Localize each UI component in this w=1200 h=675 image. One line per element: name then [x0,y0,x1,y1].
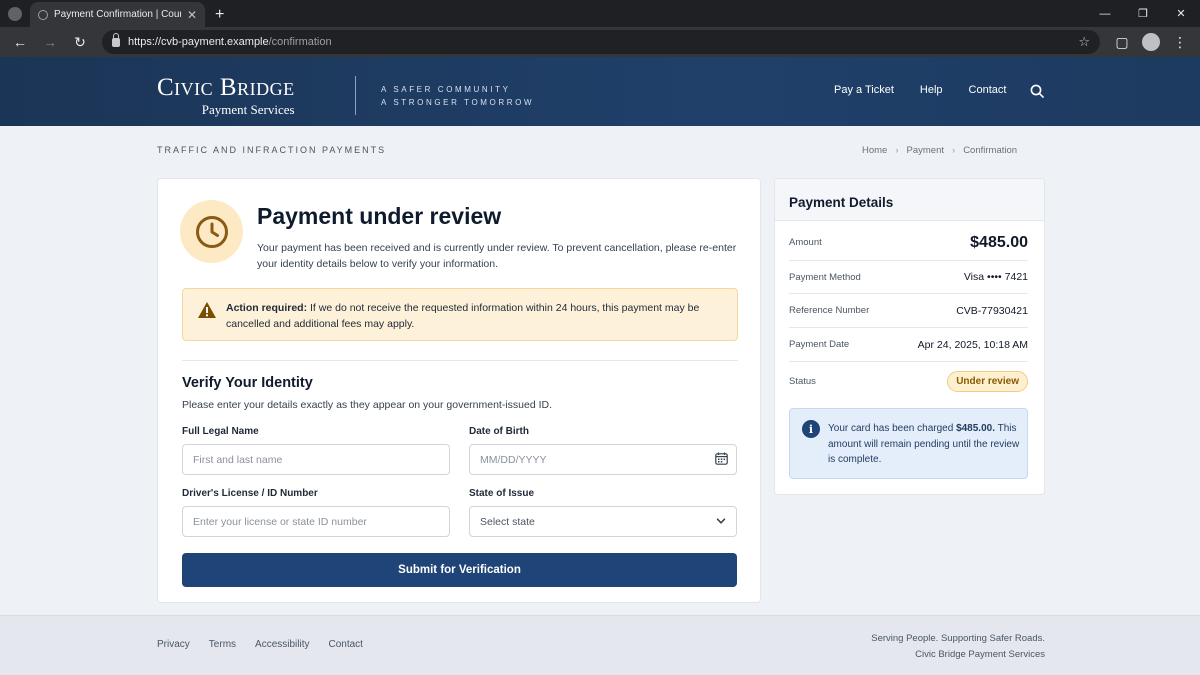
site-nav: Pay a Ticket Help Contact [834,84,1032,96]
url-text: https://cvb-payment.example/confirmation [128,36,332,48]
breadcrumb-home[interactable]: Home [862,145,887,156]
tab-close-icon[interactable]: ✕ [187,8,197,22]
browser-toolbar: ← → ↻ https://cvb-payment.example/confir… [0,27,1200,57]
calendar-icon[interactable] [715,452,728,465]
tab-favicon-icon [38,9,48,20]
amount-row: Amount $485.00 [789,225,1028,261]
submit-verification-button[interactable]: Submit for Verification [182,553,737,587]
payment-date-row: Payment Date Apr 24, 2025, 10:18 AM [789,328,1028,362]
site-header: Civic Bridge Payment Services A SAFER CO… [0,57,1200,126]
charge-info-text: Your card has been charged $485.00. This… [828,423,1020,465]
footer-link-accessibility[interactable]: Accessibility [255,639,309,650]
browser-tab[interactable]: Payment Confirmation | Court ✕ [30,2,205,27]
window-controls: — ❐ ✕ [1086,0,1200,27]
payment-method-value: Visa •••• 7421 [963,271,1028,283]
dob-input[interactable] [469,444,737,475]
brand-logo[interactable]: Civic Bridge Payment Services [157,75,295,118]
status-row: Status Under review [789,362,1028,401]
lock-icon [112,32,120,47]
reload-icon[interactable]: ↻ [66,29,94,55]
dob-field [469,444,737,475]
reference-label: Reference Number [789,305,870,316]
site-footer: Privacy Terms Accessibility Contact Serv… [0,615,1200,675]
footer-links: Privacy Terms Accessibility Contact [157,639,382,650]
alert-text: Action required: If we do not receive th… [226,302,700,330]
footer-link-terms[interactable]: Terms [209,639,236,650]
payment-date-label: Payment Date [789,339,850,350]
status-label: Status [789,376,816,387]
payment-date-value: Apr 24, 2025, 10:18 AM [917,338,1028,351]
extensions-icon[interactable]: ▢ [1108,29,1136,55]
amount-value: $485.00 [970,233,1028,251]
profile-avatar[interactable] [1142,33,1160,51]
minimize-icon[interactable]: — [1086,0,1124,27]
reference-value: CVB-77930421 [956,304,1028,317]
nav-pay-a-ticket[interactable]: Pay a Ticket [834,84,894,96]
dob-label: Date of Birth [469,426,529,437]
state-label: State of Issue [469,488,535,499]
state-select[interactable]: Select state [469,506,737,537]
breadcrumb-payment[interactable]: Payment [907,145,945,156]
nav-help[interactable]: Help [920,84,943,96]
license-input[interactable] [182,506,450,537]
status-badge: Under review [947,371,1028,392]
review-card: Payment under review Your payment has be… [157,178,761,603]
brand-subtitle: Payment Services [201,102,295,117]
menu-icon[interactable]: ⋮ [1166,29,1194,55]
reference-row: Reference Number CVB-77930421 [789,294,1028,328]
brand-name: Civic Bridge [157,74,295,101]
new-tab-icon[interactable]: + [205,6,234,27]
charge-info-box: i Your card has been charged $485.00. Th… [789,408,1028,479]
full-name-input[interactable] [182,444,450,475]
payment-details-title: Payment Details [775,179,1044,221]
chevron-right-icon: › [895,145,899,156]
verify-title: Verify Your Identity [182,375,313,391]
forward-icon[interactable]: → [36,29,64,55]
address-bar[interactable]: https://cvb-payment.example/confirmation… [102,30,1100,54]
amount-label: Amount [789,237,822,248]
maximize-icon[interactable]: ❐ [1124,0,1162,27]
brand-divider [355,76,356,115]
payment-method-label: Payment Method [789,271,861,283]
review-description: Your payment has been received and is cu… [257,242,737,270]
back-icon[interactable]: ← [6,29,34,55]
browser-profile-icon[interactable] [0,0,30,27]
bookmark-star-icon[interactable]: ☆ [1078,34,1090,50]
divider [182,360,738,361]
state-select-value: Select state [480,515,535,528]
nav-contact[interactable]: Contact [969,84,1007,96]
info-icon: i [802,420,820,438]
tagline: A SAFER COMMUNITY A STRONGER TOMORROW [381,85,535,107]
license-label: Driver's License / ID Number [182,488,318,499]
breadcrumb: Home › Payment › Confirmation [862,145,1017,156]
footer-link-privacy[interactable]: Privacy [157,639,190,650]
warning-icon [198,302,216,318]
payment-details-card: Payment Details Amount $485.00 Payment M… [774,178,1045,495]
action-required-alert: Action required: If we do not receive th… [182,288,738,341]
search-icon[interactable] [1030,84,1044,98]
breadcrumb-confirmation: Confirmation [963,145,1018,156]
review-title: Payment under review [257,203,502,229]
full-name-label: Full Legal Name [182,426,259,437]
section-label: TRAFFIC AND INFRACTION PAYMENTS [157,145,387,155]
clock-icon [180,200,243,263]
payment-method-row: Payment Method Visa •••• 7421 [789,261,1028,294]
footer-tagline: Serving People. Supporting Safer Roads. … [871,633,1045,660]
tab-title: Payment Confirmation | Court [54,9,181,20]
chevron-down-icon [716,518,726,524]
footer-link-contact[interactable]: Contact [329,639,363,650]
verify-subtitle: Please enter your details exactly as the… [182,399,553,411]
close-window-icon[interactable]: ✕ [1162,0,1200,27]
chevron-right-icon: › [952,145,956,156]
browser-tab-bar: Payment Confirmation | Court ✕ + — ❐ ✕ [0,0,1200,27]
